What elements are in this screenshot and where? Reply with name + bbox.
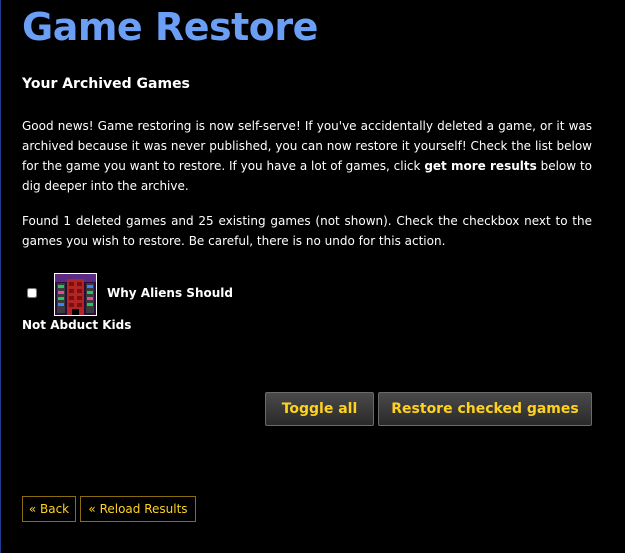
game-title-line2: Not Abduct Kids (22, 318, 132, 332)
intro-paragraph: Good news! Game restoring is now self-se… (22, 116, 592, 196)
toggle-all-button[interactable]: Toggle all (265, 392, 374, 426)
game-checkbox[interactable] (27, 288, 37, 298)
game-title-line1: Why Aliens Should (107, 286, 233, 300)
game-thumbnail (54, 273, 97, 316)
page-frame: Game Restore Your Archived Games Good ne… (0, 0, 625, 553)
found-summary: Found 1 deleted games and 25 existing ga… (22, 214, 592, 248)
back-button[interactable]: « Back (22, 496, 76, 522)
restore-checked-games-button[interactable]: Restore checked games (378, 392, 592, 426)
page-title: Game Restore (22, 5, 318, 49)
get-more-results-text: get more results (424, 159, 537, 173)
reload-results-button[interactable]: « Reload Results (80, 496, 196, 522)
section-title: Your Archived Games (22, 76, 190, 92)
